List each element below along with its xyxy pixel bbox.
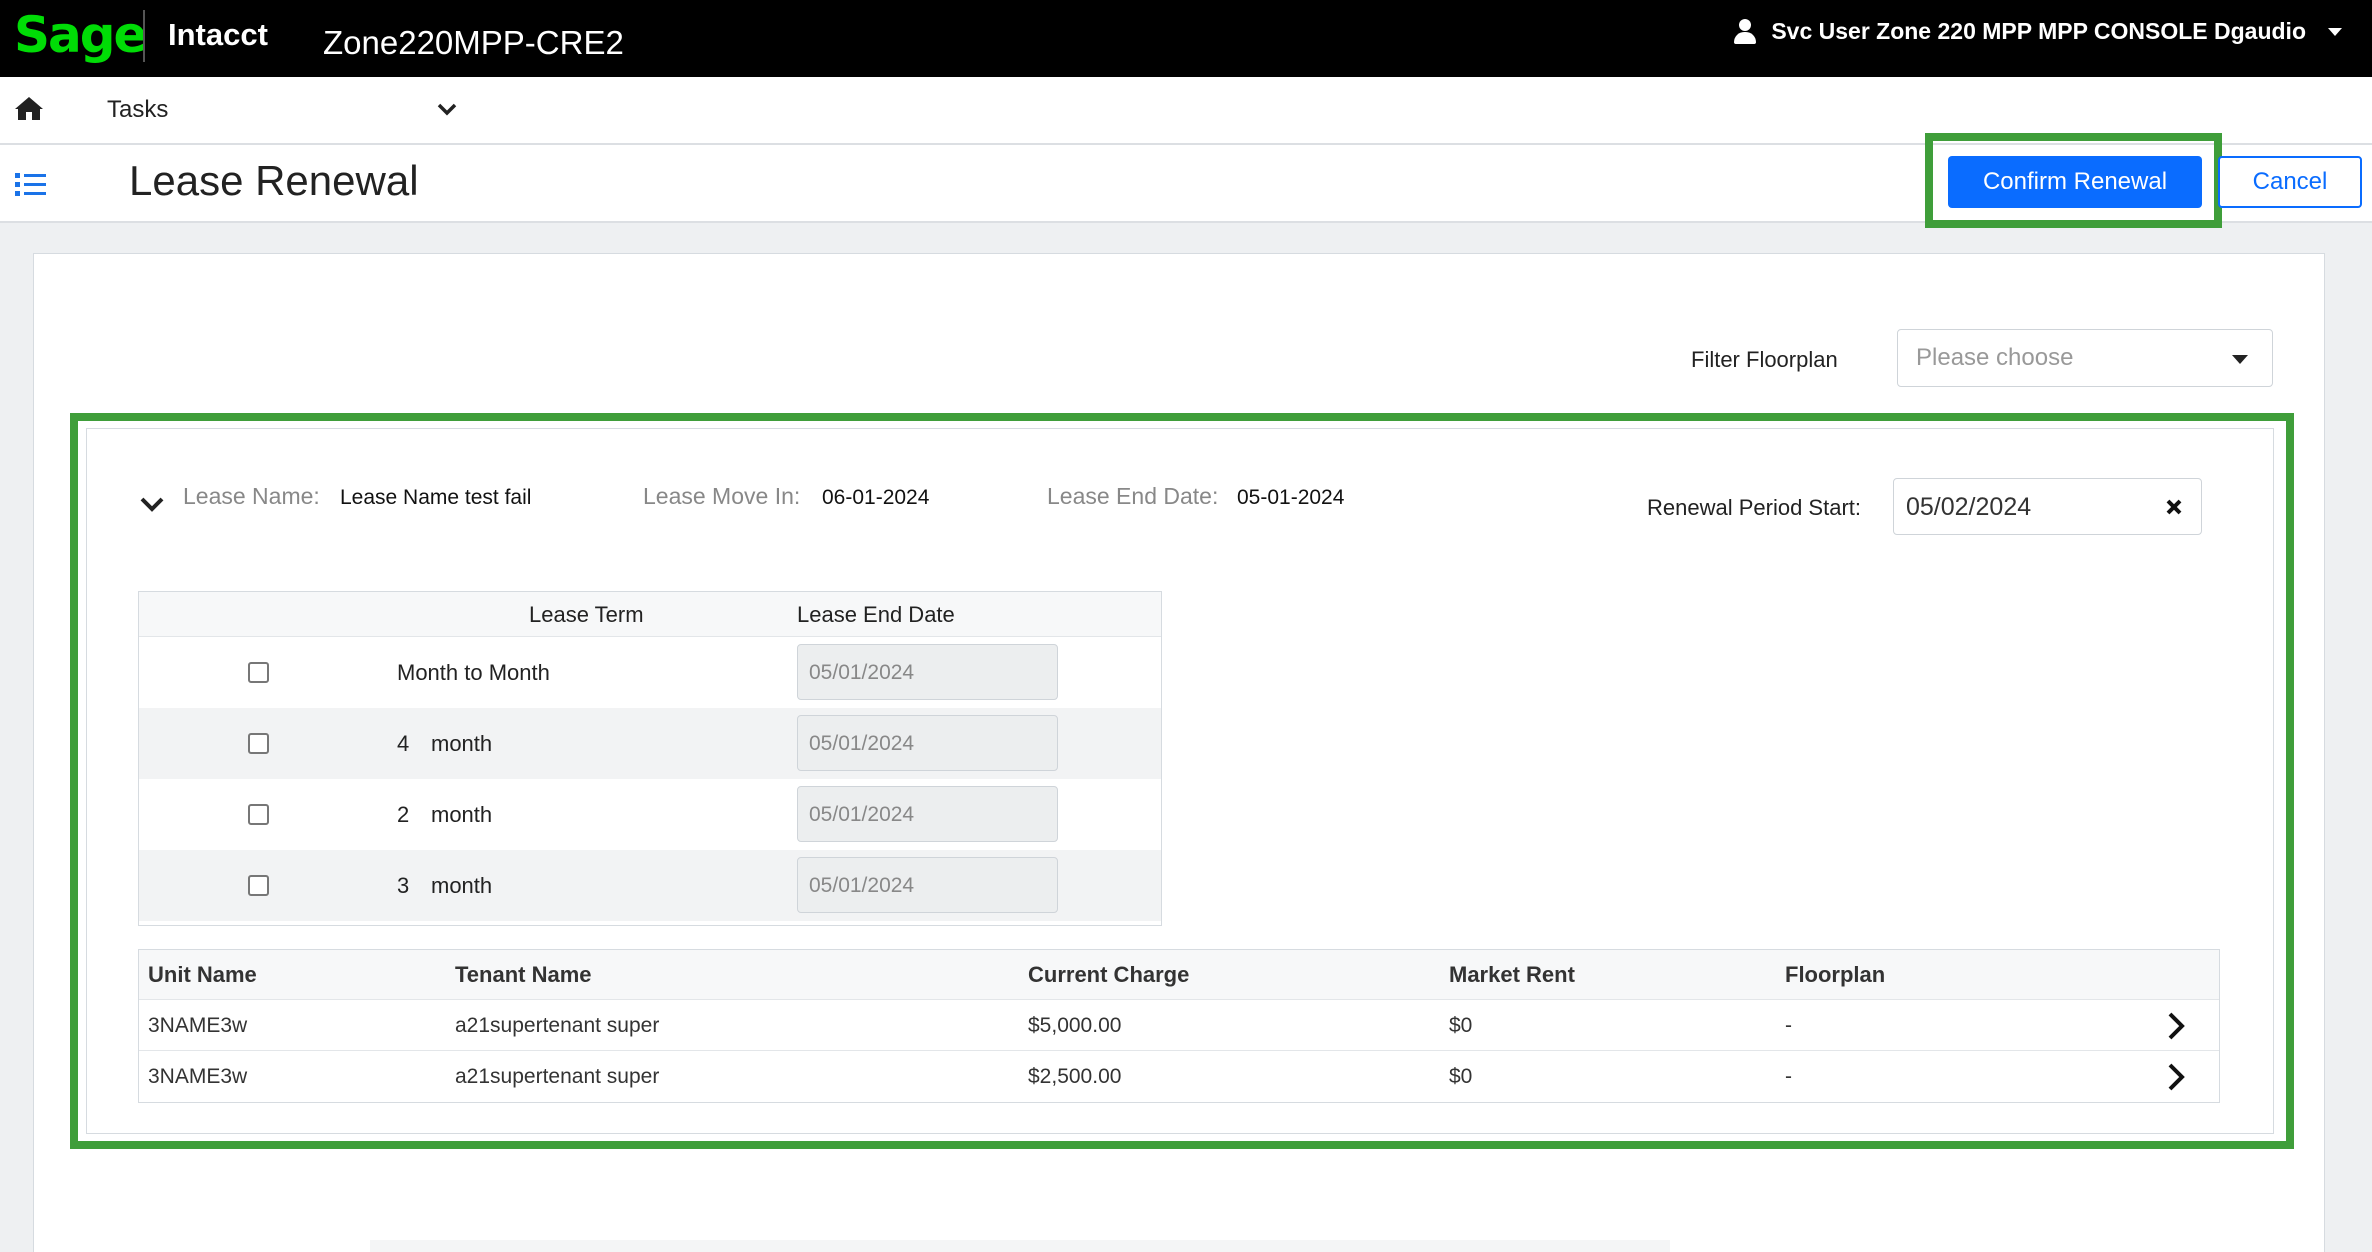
market-rent-cell: $0 — [1449, 1065, 1473, 1088]
caret-down-icon — [2232, 355, 2248, 364]
column-header: Tenant Name — [455, 962, 592, 987]
lease-term-table: Lease Term Lease End Date Month to Month… — [138, 591, 1162, 926]
lease-term-number: 2 — [397, 802, 410, 827]
lease-move-in-value: 06-01-2024 — [822, 486, 930, 509]
unit-table: Unit Name Tenant Name Current Charge Mar… — [138, 949, 2220, 1103]
tenant-name-cell: a21supertenant super — [455, 1065, 660, 1088]
lease-term-row: 3 month 05/01/2024 — [139, 850, 1161, 921]
unit-table-header: Unit Name Tenant Name Current Charge Mar… — [139, 950, 2219, 1000]
user-menu[interactable]: Svc User Zone 220 MPP MPP CONSOLE Dgaudi… — [1733, 18, 2342, 45]
collapse-chevron-icon[interactable] — [138, 494, 166, 514]
lease-name-value: Lease Name test fail — [340, 486, 532, 509]
floorplan-cell: - — [1785, 1065, 1792, 1088]
close-icon[interactable] — [2163, 496, 2185, 518]
lease-term-row: 4 month 05/01/2024 — [139, 708, 1161, 779]
lease-term-unit: month — [431, 873, 493, 898]
lease-end-date-value: 05-01-2024 — [1237, 486, 1345, 509]
column-header: Unit Name — [148, 962, 257, 987]
chevron-right-icon[interactable] — [2167, 1011, 2185, 1041]
list-icon[interactable] — [14, 171, 48, 199]
user-name: Svc User Zone 220 MPP MPP CONSOLE Dgaudi… — [1771, 18, 2306, 44]
sage-logo[interactable]: Sage — [14, 6, 147, 64]
lease-term-unit: month — [431, 802, 493, 827]
current-charge-cell: $5,000.00 — [1028, 1014, 1122, 1037]
lease-term-header: Lease Term Lease End Date — [139, 592, 1161, 637]
floorplan-cell: - — [1785, 1014, 1792, 1037]
lease-term-number: 3 — [397, 873, 410, 898]
home-icon[interactable] — [14, 95, 44, 121]
cancel-button[interactable]: Cancel — [2218, 156, 2362, 208]
lease-term-number: 4 — [397, 731, 410, 756]
column-header: Floorplan — [1785, 962, 1886, 987]
column-header: Lease End Date — [797, 602, 955, 627]
user-icon — [1733, 18, 1757, 45]
lease-term-checkbox[interactable] — [248, 804, 269, 825]
unit-name-cell: 3NAME3w — [148, 1065, 248, 1088]
lease-end-date-field: 05/01/2024 — [797, 644, 1058, 700]
lease-move-in-label: Lease Move In: — [643, 483, 801, 509]
lease-term-checkbox[interactable] — [248, 662, 269, 683]
lease-term-label: Month to Month — [397, 660, 550, 685]
chevron-down-icon[interactable] — [436, 101, 458, 117]
renewal-period-start-input[interactable]: 05/02/2024 — [1893, 478, 2202, 535]
unit-name-cell: 3NAME3w — [148, 1014, 248, 1037]
caret-down-icon — [2328, 27, 2342, 36]
renewal-period-start-value: 05/02/2024 — [1906, 493, 2032, 521]
confirm-renewal-button[interactable]: Confirm Renewal — [1948, 156, 2202, 208]
lease-term-row: 2 month 05/01/2024 — [139, 779, 1161, 850]
lease-end-date-field: 05/01/2024 — [797, 786, 1058, 842]
lease-end-date-label: Lease End Date: — [1047, 483, 1219, 509]
bottom-divider — [370, 1240, 1670, 1252]
table-row[interactable]: 3NAME3w a21supertenant super $5,000.00 $… — [139, 1000, 2219, 1051]
filter-placeholder: Please choose — [1916, 344, 2074, 371]
company-name[interactable]: Zone220MPP-CRE2 — [323, 24, 624, 62]
tenant-name-cell: a21supertenant super — [455, 1014, 660, 1037]
filter-floorplan-label: Filter Floorplan — [1691, 347, 1838, 372]
lease-end-date-value: 05/01/2024 — [809, 661, 915, 684]
lease-end-date-value: 05/01/2024 — [809, 732, 915, 755]
chevron-right-icon[interactable] — [2167, 1062, 2185, 1092]
lease-term-checkbox[interactable] — [248, 875, 269, 896]
page-title: Lease Renewal — [129, 157, 419, 204]
tasks-menu[interactable]: Tasks — [107, 96, 168, 124]
renewal-period-start-label: Renewal Period Start: — [1647, 495, 1861, 520]
logo-divider — [143, 10, 145, 62]
product-name: Intacct — [168, 17, 268, 52]
lease-end-date-value: 05/01/2024 — [809, 803, 915, 826]
column-header: Lease Term — [529, 602, 644, 627]
lease-name-label: Lease Name: — [183, 483, 320, 509]
current-charge-cell: $2,500.00 — [1028, 1065, 1122, 1088]
filter-floorplan-select[interactable]: Please choose — [1897, 329, 2273, 387]
table-row[interactable]: 3NAME3w a21supertenant super $2,500.00 $… — [139, 1051, 2219, 1102]
lease-term-row: Month to Month 05/01/2024 — [139, 637, 1161, 708]
lease-end-date-field: 05/01/2024 — [797, 857, 1058, 913]
lease-end-date-field: 05/01/2024 — [797, 715, 1058, 771]
lease-term-checkbox[interactable] — [248, 733, 269, 754]
column-header: Current Charge — [1028, 962, 1190, 987]
lease-term-unit: month — [431, 731, 493, 756]
top-bar: Sage Intacct Zone220MPP-CRE2 Svc User Zo… — [0, 0, 2372, 77]
lease-end-date-value: 05/01/2024 — [809, 874, 915, 897]
market-rent-cell: $0 — [1449, 1014, 1473, 1037]
column-header: Market Rent — [1449, 962, 1575, 987]
